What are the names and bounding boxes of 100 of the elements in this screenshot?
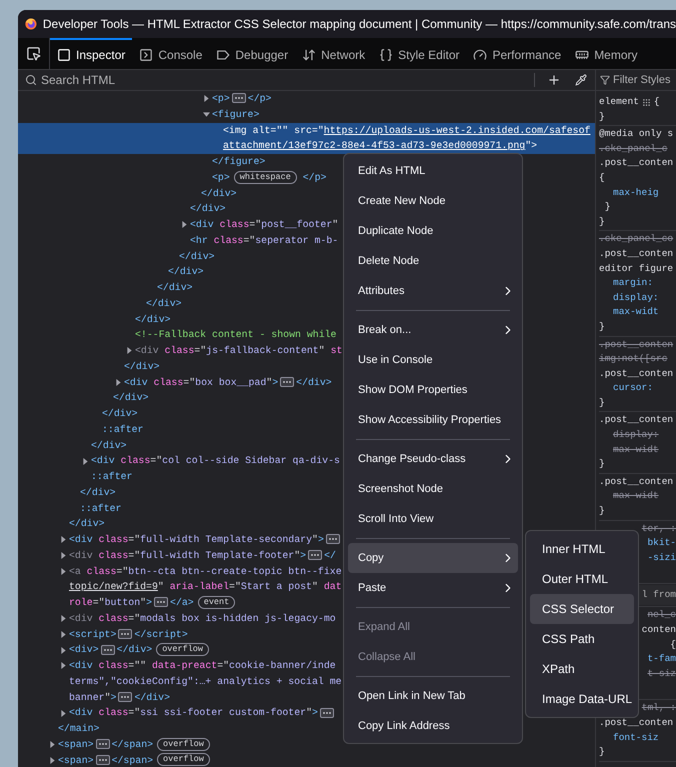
triangle-right-icon[interactable] bbox=[60, 662, 67, 670]
css-selector-text: } bbox=[599, 110, 606, 124]
menu-item[interactable]: XPath bbox=[530, 654, 634, 684]
menu-item[interactable]: Change Pseudo-class bbox=[348, 444, 518, 474]
css-property-text: display: bbox=[612, 290, 660, 305]
markup-text: </div> bbox=[201, 188, 237, 198]
triangle-right-icon[interactable] bbox=[60, 615, 67, 622]
markup-text: <div class="js-fallback-content" st bbox=[135, 345, 342, 356]
ellipsis-button[interactable] bbox=[280, 376, 294, 387]
tab[interactable]: Console bbox=[132, 38, 210, 69]
ellipsis-button[interactable] bbox=[232, 93, 246, 104]
css-selector-text: .post__conten bbox=[599, 156, 674, 170]
ellipsis-button[interactable] bbox=[326, 534, 340, 544]
menu-item[interactable]: Inner HTML bbox=[530, 534, 634, 564]
menu-item[interactable]: Copy bbox=[348, 543, 518, 573]
markup-text: </script> bbox=[134, 628, 188, 640]
tab[interactable]: Debugger bbox=[209, 38, 296, 69]
url-link[interactable]: https://uploads-us-west-2.insided.com/safesof bbox=[324, 124, 590, 136]
markup-text: </figure> bbox=[212, 156, 266, 167]
menu-item[interactable]: Image Data-URL bbox=[530, 684, 634, 714]
ellipsis-button[interactable] bbox=[154, 597, 168, 608]
search-field[interactable]: Search HTML bbox=[41, 71, 534, 89]
menu-item[interactable]: Screenshot Node bbox=[348, 474, 518, 504]
menu-item[interactable]: Paste bbox=[348, 573, 518, 603]
triangle-down-icon[interactable] bbox=[203, 111, 210, 118]
selected-row[interactable]: <img alt="" src="https://uploads-us-west-2.insided.com/safesof attachment/13ef97c2-88e4-4f53-ad73-9e3ed0009971.png"> bbox=[18, 122, 595, 154]
tab[interactable]: Style Editor bbox=[372, 38, 466, 69]
dots-icon bbox=[157, 601, 166, 604]
window-title: Developer Tools — HTML Extractor CSS Selector mapping document | Community — https://community.safe.com/trans bbox=[42, 16, 676, 33]
ellipsis-button[interactable] bbox=[100, 644, 115, 655]
markup-text: </p> bbox=[302, 172, 326, 183]
markup-text: </a> bbox=[170, 597, 194, 608]
css-selector-text: } bbox=[599, 214, 606, 229]
triangle-right-icon[interactable] bbox=[60, 536, 67, 544]
css-selector-text: } bbox=[599, 320, 606, 334]
dots-icon bbox=[283, 380, 292, 383]
ellipsis-button[interactable] bbox=[320, 708, 334, 718]
css-selector-text: { bbox=[669, 638, 676, 652]
triangle-right-icon[interactable] bbox=[60, 630, 67, 638]
tab[interactable]: Memory bbox=[568, 38, 645, 69]
triangle-right-icon[interactable] bbox=[60, 646, 67, 654]
css-selector-text: conten bbox=[640, 623, 676, 637]
marker-badge[interactable]: overflow bbox=[157, 753, 210, 766]
ellipsis-button[interactable] bbox=[308, 550, 322, 560]
menu-item[interactable]: Open Link in New Tab bbox=[348, 681, 518, 711]
filter-field[interactable]: Filter Styles bbox=[613, 72, 673, 88]
markup-text: </div> bbox=[124, 360, 160, 372]
markup-text: </div> bbox=[80, 486, 116, 498]
marker-badge[interactable]: event bbox=[198, 596, 236, 609]
menu-item[interactable]: Create New Node bbox=[348, 186, 518, 216]
markup-text: <p> bbox=[212, 93, 230, 104]
markup-text: <img alt="" src="https://uploads-us-west-2.insided.com/safesof bbox=[223, 124, 590, 136]
url-link[interactable]: topic/new?fid=9 bbox=[69, 581, 158, 592]
triangle-right-icon[interactable] bbox=[60, 710, 67, 717]
markup-text: <!--Fallback content - shown while bbox=[135, 329, 336, 340]
triangle-right-icon[interactable] bbox=[82, 458, 89, 465]
menu-item[interactable]: Edit As HTML bbox=[348, 156, 518, 186]
triangle-right-icon[interactable] bbox=[49, 741, 56, 748]
tab[interactable]: Network bbox=[295, 38, 372, 69]
css-selector-text: .post__conten bbox=[599, 338, 674, 352]
menu-item[interactable]: Copy Link Address bbox=[348, 711, 518, 741]
dots-icon bbox=[322, 712, 331, 714]
css-selector-text: .cke_panel_c bbox=[599, 142, 668, 156]
menu-item[interactable]: CSS Path bbox=[530, 624, 634, 654]
ellipsis-button[interactable] bbox=[96, 739, 110, 750]
search-icon bbox=[25, 74, 37, 86]
css-selector-text: .cke_panel_co bbox=[599, 232, 674, 246]
menu-item[interactable]: Use in Console bbox=[348, 345, 518, 375]
menu-item[interactable]: CSS Selector bbox=[530, 594, 634, 624]
menu-item[interactable]: Break on... bbox=[348, 315, 518, 345]
markup-text: terms","cookieConfig":…+ analytics + social me bbox=[69, 676, 342, 687]
menu-item[interactable]: Show Accessibility Properties bbox=[348, 405, 518, 435]
menu-item[interactable]: Duplicate Node bbox=[348, 216, 518, 246]
ellipsis-button[interactable] bbox=[118, 692, 132, 702]
triangle-right-icon[interactable] bbox=[115, 378, 122, 386]
ellipsis-button[interactable] bbox=[118, 628, 132, 639]
menu-item[interactable]: Scroll Into View bbox=[348, 504, 518, 534]
triangle-right-icon[interactable] bbox=[49, 756, 56, 764]
menu-item[interactable]: Attributes bbox=[348, 276, 518, 306]
markup-text: ::after bbox=[102, 424, 144, 435]
css-property-text: max-widt bbox=[612, 305, 660, 320]
url-link[interactable]: attachment/13ef97c2-88e4-4f53-ad73-9e3ed0009971.png bbox=[223, 140, 526, 152]
grid-icon[interactable] bbox=[642, 98, 651, 107]
tab[interactable]: Performance bbox=[466, 38, 568, 69]
css-selector-text: @media only s bbox=[599, 127, 674, 142]
triangle-right-icon[interactable] bbox=[181, 221, 188, 228]
markup-text: <div class="full-width Template-footer"> bbox=[69, 550, 306, 561]
triangle-right-icon[interactable] bbox=[126, 347, 133, 354]
triangle-right-icon[interactable] bbox=[60, 552, 67, 560]
triangle-right-icon[interactable] bbox=[60, 568, 67, 575]
marker-badge[interactable]: overflow bbox=[156, 643, 210, 656]
markup-text: <div class="col col--side Sidebar qa-div-s bbox=[91, 455, 340, 466]
menu-item[interactable]: Delete Node bbox=[348, 246, 518, 276]
markup-text: </ bbox=[324, 550, 336, 561]
ellipsis-button[interactable] bbox=[96, 754, 110, 765]
tab[interactable]: Inspector bbox=[50, 38, 132, 69]
marker-badge[interactable]: whitespace bbox=[234, 170, 297, 184]
triangle-right-icon[interactable] bbox=[203, 95, 210, 102]
marker-badge[interactable]: overflow bbox=[157, 738, 210, 751]
menu-item[interactable]: Show DOM Properties bbox=[348, 375, 518, 405]
